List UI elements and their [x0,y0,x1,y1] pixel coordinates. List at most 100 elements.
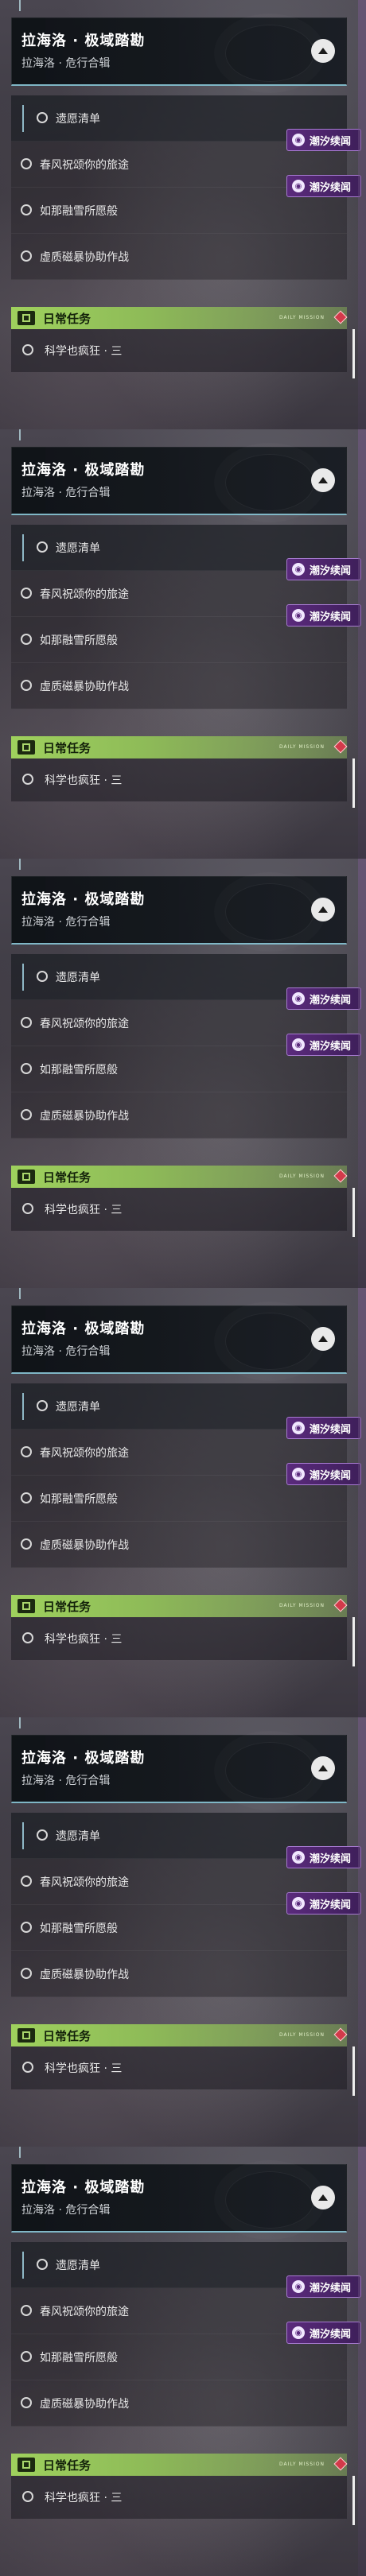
quest-header[interactable]: 拉海洛 · 极域踏勘拉海洛 · 危行合辑 [11,1735,347,1803]
daily-label: 日常任务 [43,740,92,755]
scrollbar-thumb[interactable] [352,758,355,808]
daily-header[interactable]: 日常任务 DAILY MISSION [11,307,348,329]
collapse-button[interactable] [311,39,335,63]
tag-label: 潮汐续闻 [310,135,352,148]
circle-outline-icon [21,588,32,599]
quest-row[interactable]: 虚质磁暴协助作战 [11,663,347,709]
tide-tag: ◉ 潮汐续闻 [286,129,361,151]
collapse-button[interactable] [311,468,335,492]
circle-outline-icon [22,2491,33,2502]
quest-header[interactable]: 拉海洛 · 极域踏勘 拉海洛 · 危行合辑 [11,2164,347,2233]
scrollbar-thumb[interactable] [352,2046,355,2096]
chevron-up-icon [318,2194,328,2201]
quest-label: 春风祝颂你的旅途 [40,588,129,601]
daily-task-label: 科学也疯狂 · 三 [45,345,123,358]
top-marker [19,0,21,11]
daily-header[interactable]: 日常任务 DAILY MISSION [11,2024,348,2046]
quest-panel: 拉海洛 · 极域踏勘 拉海洛 · 危行合辑 遗愿清单 春风祝颂你的旅途 ◉ 潮汐续闻 如那融… [0,1717,366,2147]
quest-label: 如那融雪所愿般 [40,2352,118,2365]
active-quest-bar [22,964,24,991]
scrollbar-thumb[interactable] [352,1617,355,1666]
quest-header[interactable]: 拉海洛 · 极域踏勘 拉海洛 · 危行合辑 [11,17,347,86]
tide-tag: ◉ 潮汐续闻 [286,987,361,1010]
quest-row[interactable]: 虚质磁暴协助作战 [11,234,347,280]
daily-task-row[interactable]: 科学也疯狂 · 三 [11,2476,347,2519]
quest-label: 遗愿清单 [56,2260,100,2272]
daily-header[interactable]: 日常任务 DAILY MISSION [11,1166,348,1188]
chevron-up-icon [318,48,328,54]
red-diamond-icon [333,1169,348,1183]
daily-header[interactable]: 日常任务 DAILY MISSION [11,1595,348,1617]
daily-header[interactable]: 日常任务 DAILY MISSION [11,736,348,758]
quest-subtitle: 拉海洛 · 危行合辑 [21,487,111,499]
quest-row[interactable]: 虚质磁暴协助作战 [11,1092,347,1139]
daily-sub: DAILY MISSION [278,315,325,320]
book-icon [18,311,35,325]
circle-outline-icon [22,1203,33,1214]
daily-task-label: 科学也疯狂 · 三 [45,1204,123,1216]
red-diamond-icon [333,2027,348,2042]
collapse-button[interactable] [311,898,335,921]
tide-icon: ◉ [292,180,305,192]
tide-tag: ◉ 潮汐续闻 [286,1034,361,1056]
daily-task-row[interactable]: 科学也疯狂 · 三 [11,329,347,372]
collapse-button[interactable] [311,2186,335,2209]
daily-sub: DAILY MISSION [278,1603,325,1608]
quest-label: 如那融雪所愿般 [40,1493,118,1506]
scrollbar-thumb[interactable] [352,2476,355,2525]
tag-label: 潮汐续闻 [310,611,352,623]
quest-row[interactable]: 虚质磁暴协助作战 [11,1522,347,1568]
daily-sub: DAILY MISSION [278,2032,325,2038]
quest-header[interactable]: 拉海洛 · 极域踏勘 拉海洛 · 危行合辑 [11,447,347,515]
quest-label: 虚质磁暴协助作战 [40,681,129,693]
chevron-up-icon [318,477,328,483]
quest-subtitle: 拉海洛 · 危行合辑 [21,1345,111,1358]
quest-header[interactable]: 拉海洛 · 极域踏勘 拉海洛 · 危行合辑 [11,876,347,945]
quest-title: 拉海洛 · 极域踏勘 [21,33,146,49]
book-icon [18,740,35,755]
tide-icon: ◉ [292,1038,305,1051]
circle-outline-icon [22,344,33,355]
circle-outline-icon [21,1968,32,1979]
collapse-button[interactable] [311,1327,335,1351]
scrollbar-thumb[interactable] [352,1188,355,1237]
tide-tag: ◉ 潮汐续闻 [286,1417,361,1439]
daily-task-label: 科学也疯狂 · 三 [45,1633,123,1646]
tide-icon: ◉ [292,1468,305,1480]
tide-icon: ◉ [292,1422,305,1434]
active-quest-bar [22,1393,24,1420]
quest-tracker-page: 拉海洛 · 极域踏勘 拉海洛 · 危行合辑 遗愿清单 春风祝颂你的旅途 ◉ 潮汐续闻 如那融… [0,0,366,2576]
active-quest-bar [22,534,24,561]
tide-tag: ◉ 潮汐续闻 [286,558,361,580]
top-marker [19,429,21,440]
circle-outline-icon [21,634,32,645]
quest-label: 春风祝颂你的旅途 [40,159,129,172]
daily-header[interactable]: 日常任务 DAILY MISSION [11,2454,348,2476]
tag-label: 潮汐续闻 [310,994,352,1007]
tag-label: 潮汐续闻 [310,2282,352,2295]
daily-task-row[interactable]: 科学也疯狂 · 三 [11,758,347,801]
tide-icon: ◉ [292,1851,305,1864]
quest-row[interactable]: 虚质磁暴协助作战 [11,1951,347,1997]
quest-title: 拉海洛 · 极域踏勘 [21,1750,146,1767]
collapse-button[interactable] [311,1756,335,1780]
quest-header[interactable]: 拉海洛 · 极域踏勘 拉海洛 · 危行合辑 [11,1305,347,1374]
daily-label: 日常任务 [43,1599,92,1614]
daily-task-row[interactable]: 科学也疯狂 · 三 [11,2046,347,2089]
quest-row[interactable]: 虚质磁暴协助作战 [11,2380,347,2427]
circle-outline-icon [21,1446,32,1457]
daily-task-row[interactable]: 科学也疯狂 · 三 [11,1188,347,1231]
daily-sub: DAILY MISSION [278,1174,325,1179]
quest-title: 拉海洛 · 极域踏勘 [21,1321,146,1337]
tag-label: 潮汐续闻 [310,181,352,194]
quest-panel: 拉海洛 · 极域踏勘 拉海洛 · 危行合辑 遗愿清单 春风祝颂你的旅途 ◉ 潮汐续闻 如那融… [0,0,366,429]
quest-label: 遗愿清单 [56,972,100,984]
daily-task-row[interactable]: 科学也疯狂 · 三 [11,1617,347,1660]
tide-tag: ◉ 潮汐续闻 [286,1892,361,1915]
quest-subtitle: 拉海洛 · 危行合辑 [21,57,111,70]
quest-subtitle: 拉海洛 · 危行合辑 [21,916,111,929]
scrollbar-thumb[interactable] [352,329,355,378]
quest-label: 春风祝颂你的旅途 [40,1447,129,1460]
quest-subtitle: 拉海洛 · 危行合辑 [21,1775,111,1787]
quest-subtitle: 拉海洛 · 危行合辑 [21,2204,111,2217]
